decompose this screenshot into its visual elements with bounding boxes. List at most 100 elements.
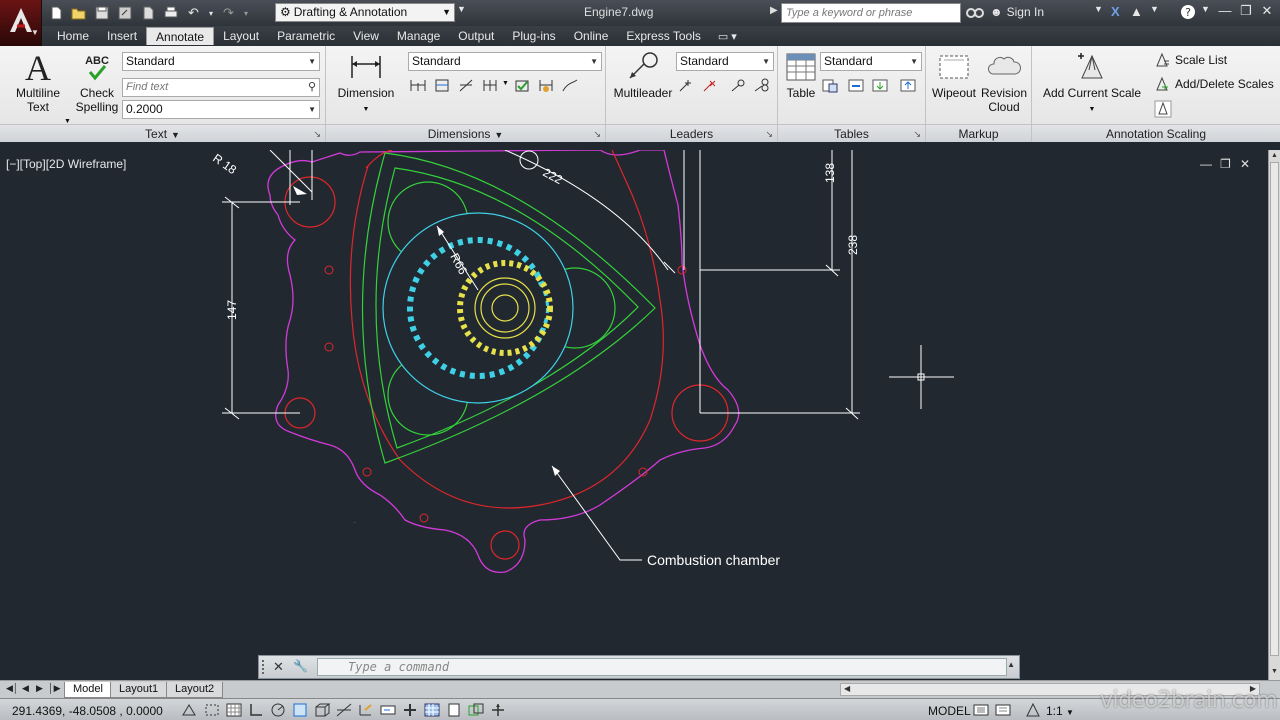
infer-constraints-icon[interactable] (180, 702, 199, 718)
sign-in-dropdown-icon[interactable]: ▼ (1094, 4, 1103, 14)
dimensions-panel-title[interactable]: Dimensions ▼ ↘ (326, 124, 605, 142)
redo-dropdown-icon[interactable]: ▾ (242, 4, 250, 22)
drawing-canvas[interactable]: R 18 222 138 238 147 R66 Combustion cham… (0, 149, 1268, 680)
customize-qat-icon[interactable]: ▼ (457, 4, 466, 14)
application-menu-button[interactable]: ▼ (0, 0, 42, 46)
sign-in-button[interactable]: ☻ Sign In (990, 5, 1044, 19)
remove-leader-button[interactable] (700, 76, 720, 95)
text-panel-title[interactable]: Text ▼ ↘ (0, 124, 325, 142)
restore-icon[interactable]: ❐ (1236, 3, 1256, 21)
tab-home[interactable]: Home (48, 27, 98, 45)
transparency-icon[interactable] (423, 702, 442, 718)
last-layout-icon[interactable]: │▶ (48, 683, 61, 694)
layout-tab-layout2[interactable]: Layout2 (166, 682, 224, 698)
dialog-launcher-icon[interactable]: ↘ (593, 125, 601, 143)
collect-leaders-button[interactable] (752, 76, 772, 95)
scroll-up-icon[interactable]: ▲ (1271, 152, 1278, 159)
quick-view-drawings-icon[interactable] (994, 702, 1013, 718)
multileader-style-select[interactable]: Standard ▼ (676, 52, 774, 71)
dialog-launcher-icon[interactable]: ↘ (913, 125, 921, 143)
object-snap-tracking-icon[interactable] (335, 702, 354, 718)
quick-dimension-button[interactable] (408, 76, 428, 95)
markup-panel-title[interactable]: Markup (926, 124, 1031, 142)
ribbon-minimize-icon[interactable]: ▭ ▾ (710, 30, 737, 43)
add-leader-button[interactable] (676, 76, 696, 95)
dynamic-ucs-icon[interactable] (357, 702, 376, 718)
break-dimension-button[interactable] (456, 76, 476, 95)
upload-to-source-button[interactable] (898, 76, 918, 95)
close-icon[interactable]: ✕ (273, 659, 284, 675)
link-data-button[interactable] (846, 76, 866, 95)
text-height-select[interactable]: 0.2000 ▼ (122, 100, 320, 119)
multileader-button[interactable]: Multileader (610, 50, 676, 100)
lineweight-icon[interactable] (401, 702, 420, 718)
previous-layout-icon[interactable]: ◀ (22, 683, 29, 694)
annotation-scale-icon[interactable] (1024, 702, 1043, 718)
scroll-left-icon[interactable]: ◀ (844, 684, 850, 693)
annotation-scale-value[interactable]: 1:1 ▼ (1046, 704, 1074, 718)
table-style-select[interactable]: Standard ▼ (820, 52, 922, 71)
snap-mode-icon[interactable] (203, 702, 222, 718)
layout-tab-model[interactable]: Model (64, 682, 112, 698)
coordinates-readout[interactable]: 291.4369, -48.0508 , 0.0000 (12, 704, 163, 718)
vertical-scrollbar[interactable]: ▲ ▼ (1268, 150, 1280, 680)
command-history-icon[interactable]: ▲ (1007, 660, 1015, 669)
scroll-down-icon[interactable]: ▼ (1271, 668, 1278, 675)
next-layout-icon[interactable]: ▶ (36, 683, 43, 694)
text-style-select[interactable]: Standard ▼ (122, 52, 320, 71)
viewport-close-icon[interactable]: ✕ (1240, 157, 1250, 171)
align-leaders-button[interactable] (728, 76, 748, 95)
command-input[interactable]: Type a command (317, 658, 1007, 676)
table-button[interactable]: Table (782, 50, 820, 100)
wrench-icon[interactable]: 🔧 (293, 659, 308, 673)
first-layout-icon[interactable]: ◀│ (6, 683, 19, 694)
close-icon[interactable]: ✕ (1257, 3, 1277, 21)
check-spelling-button[interactable]: ABC Check Spelling (72, 50, 122, 114)
dynamic-input-icon[interactable] (379, 702, 398, 718)
multiline-text-button[interactable]: A Multiline Text (10, 50, 66, 114)
revision-cloud-button[interactable]: Revision Cloud (978, 50, 1030, 114)
command-line-grip[interactable] (262, 660, 268, 674)
new-file-icon[interactable] (46, 4, 65, 22)
adjust-space-dropdown-icon[interactable]: ▼ (502, 80, 509, 87)
download-from-source-button[interactable] (870, 76, 890, 95)
exchange-icon[interactable]: X (1111, 4, 1120, 19)
3d-object-snap-icon[interactable] (313, 702, 332, 718)
tab-insert[interactable]: Insert (98, 27, 146, 45)
tab-view[interactable]: View (344, 27, 388, 45)
tab-parametric[interactable]: Parametric (268, 27, 344, 45)
find-text-input[interactable]: Find text ⚲ (122, 78, 320, 97)
tab-plug-ins[interactable]: Plug-ins (503, 27, 564, 45)
layout-tab-layout1[interactable]: Layout1 (110, 682, 168, 698)
scale-list-button[interactable]: Scale List (1154, 52, 1227, 68)
tab-output[interactable]: Output (449, 27, 503, 45)
continue-dimension-button[interactable] (432, 76, 452, 95)
grid-display-icon[interactable] (225, 702, 244, 718)
annotation-monitor-icon[interactable] (489, 702, 508, 718)
selection-cycling-icon[interactable] (467, 702, 486, 718)
find-replace-icon[interactable]: ⚲ (308, 79, 316, 96)
update-dimension-button[interactable] (536, 76, 556, 95)
viewport-controls-label[interactable]: [−][Top][2D Wireframe] (6, 157, 126, 171)
workspace-selector[interactable]: ⚙ Drafting & Annotation ▼ (275, 3, 455, 22)
triangle-icon[interactable]: ▲ (1130, 4, 1143, 19)
undo-dropdown-icon[interactable]: ▾ (207, 4, 215, 22)
polar-tracking-icon[interactable] (269, 702, 288, 718)
tab-express-tools[interactable]: Express Tools (617, 27, 709, 45)
wipeout-button[interactable]: Wipeout (930, 50, 978, 100)
viewport-restore-icon[interactable]: ❐ (1220, 157, 1231, 171)
ortho-mode-icon[interactable] (247, 702, 266, 718)
quick-view-layouts-icon[interactable] (972, 702, 991, 718)
search-input[interactable]: Type a keyword or phrase (781, 3, 961, 23)
adjust-space-button[interactable] (480, 76, 500, 95)
viewport-minimize-icon[interactable]: — (1200, 157, 1212, 171)
dialog-launcher-icon[interactable]: ↘ (765, 125, 773, 143)
undo-icon[interactable]: ↶ (184, 4, 203, 22)
tab-manage[interactable]: Manage (388, 27, 449, 45)
leaders-panel-title[interactable]: Leaders ↘ (606, 124, 777, 142)
quick-properties-icon[interactable] (445, 702, 464, 718)
dimension-style-select[interactable]: Standard ▼ (408, 52, 602, 71)
redo-icon[interactable]: ↷ (219, 4, 238, 22)
dimension-button[interactable]: Dimension ▼ (334, 50, 398, 117)
inspect-dimension-button[interactable] (512, 76, 532, 95)
